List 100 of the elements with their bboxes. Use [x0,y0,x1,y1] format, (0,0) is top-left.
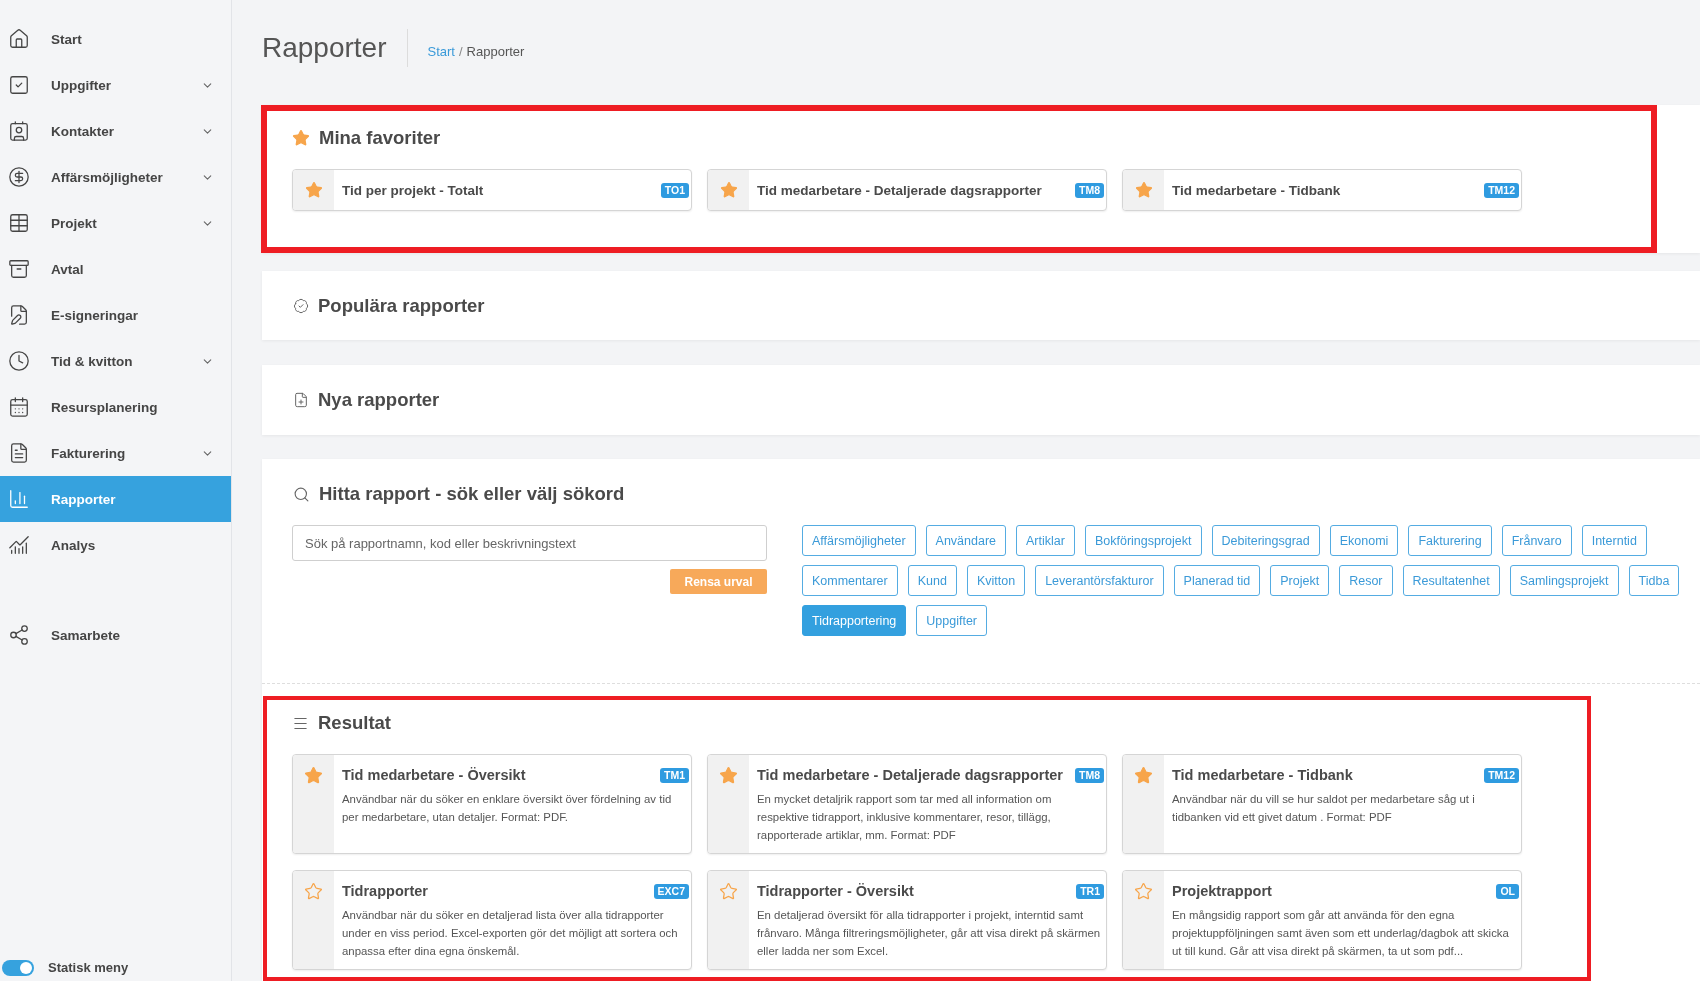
report-code: TO1 [660,182,689,198]
report-code: TM8 [1075,767,1104,783]
report-code: TM8 [1075,182,1104,198]
document-icon [8,442,30,464]
report-description: Användbar när du söker en detaljerad lista över alla tidrapporter under en viss period. Excel-exporten gör det möjligt att sortera och anpassa efter dina egna önskemål. [342,908,679,959]
filter-tag[interactable]: Interntid [1581,525,1647,556]
section-title: Resultat [318,711,391,735]
report-description: Användbar när du söker en enklare översikt över fördelning av tid per medarbetare, utan detaljer. Format: PDF. [342,792,673,825]
report-title: Tid medarbetare - Tidbank [1172,182,1342,198]
report-title: Tid per projekt - Totalt [342,182,485,198]
star-icon[interactable] [304,882,323,901]
report-card[interactable]: Tid medarbetare - Tidbank TM12 Användbar när du vill se hur saldot per medarbetare såg ut i tidbanken vid ett givet datum . Format: PDF [1122,754,1522,854]
star-icon[interactable] [719,882,738,901]
nav-item[interactable]: Avtal [0,246,231,292]
toggle-switch[interactable] [2,959,34,976]
report-card[interactable]: Tidrapporter EXC7 Användbar när du söker en detaljerad lista över alla tidrapporter under en viss period. Excel-exporten gör det möjligt att sortera och anpassa efter dina egna önskemål. [292,870,692,970]
report-card[interactable]: Tidrapporter - Översikt TR1 En detaljerad översikt för alla tidrapporter i projekt, interntid samt frånvaro. Många filtreringsmöjligheter, går att visa direkt på skärmen eller ladda ner som Excel. [707,870,1107,970]
toggle-label: Statisk meny [48,960,129,975]
report-code: TR1 [1076,883,1104,899]
report-card[interactable]: Tid medarbetare - Översikt TM1 Användbar när du söker en enklare översikt över fördelning av tid per medarbetare, utan detaljer. Format: PDF. [292,754,692,854]
popular-panel[interactable]: Populära rapporter [262,271,1700,340]
star-icon[interactable] [1134,882,1153,901]
search-field[interactable]: Sök på rapportnamn, kod eller beskrivningstext [292,525,767,561]
nav-item[interactable]: Kontakter [0,108,231,154]
cabinet-icon [8,258,30,280]
filter-tag[interactable]: Uppgifter [916,605,988,636]
star-icon[interactable] [719,766,738,785]
nav-item[interactable]: E-signeringar [0,292,231,338]
star-icon[interactable] [1134,181,1153,199]
report-code: TM12 [1484,182,1519,198]
breadcrumb-separator: / [459,44,463,59]
report-description: En mycket detaljrik rapport som tar med all information om respektive tidrapport, inklusive kommentarer, resor, tillägg, rapporterade artiklar, mm. Format: PDF [757,792,1053,843]
report-code: TM1 [660,767,689,783]
nav-item[interactable]: Fakturering [0,430,231,476]
filter-tag[interactable]: Kund [907,565,957,596]
nav-item[interactable]: Tid & kvitton [0,338,231,384]
nav-item[interactable]: Uppgifter [0,62,231,108]
nav-item[interactable]: Affärsmöjligheter [0,154,231,200]
nav-item[interactable]: Resursplanering [0,384,231,430]
favorite-report-card[interactable]: Tid medarbetare - Tidbank TM12 [1122,169,1522,211]
filter-tag[interactable]: Artiklar [1016,525,1075,556]
nav-item[interactable]: Projekt [0,200,231,246]
filter-tag[interactable]: Ekonomi [1329,525,1399,556]
filter-tag[interactable]: Samlingsprojekt [1509,565,1619,596]
filter-tag[interactable]: Bokföringsprojekt [1084,525,1202,556]
filter-tag[interactable]: Användare [925,525,1007,556]
nav-item[interactable]: Samarbete [0,612,231,658]
filter-tag[interactable]: Affärsmöjligheter [802,525,916,556]
new-reports-panel[interactable]: Nya rapporter [262,365,1700,435]
star-icon[interactable] [304,181,323,199]
report-description: Användbar när du vill se hur saldot per medarbetare såg ut i tidbanken vid ett givet datum . Format: PDF [1172,792,1476,825]
report-title: Projektrapport [1172,883,1273,899]
breadcrumb-link[interactable]: Start [427,44,455,59]
chart-icon [8,534,30,556]
report-code: TM12 [1484,767,1519,783]
filter-tag[interactable]: Kommentarer [802,565,898,596]
filter-tag[interactable]: Kvitton [966,565,1026,596]
filter-tag[interactable]: Planerad tid [1173,565,1261,596]
clear-button[interactable]: Rensa urval [670,569,767,594]
filter-tag[interactable]: Frånvaro [1501,525,1572,556]
report-code: OL [1496,883,1519,899]
filter-tag[interactable]: Projekt [1270,565,1330,596]
breadcrumb-current: Rapporter [466,44,525,59]
dollar-icon [8,166,30,188]
filter-tag[interactable]: Debiteringsgrad [1211,525,1320,556]
nav-item[interactable]: Start [0,16,231,62]
home-icon [8,28,30,50]
bar-chart-icon [8,488,30,510]
star-icon[interactable] [304,766,323,785]
filter-tag[interactable]: Tidrapportering [802,605,907,636]
checkbox-icon [8,74,30,96]
report-title: Tid medarbetare - Detaljerade dagsrapporter [757,182,1043,198]
signature-icon [8,304,30,326]
favorite-report-card[interactable]: Tid per projekt - Totalt TO1 [292,169,692,211]
filter-tag[interactable]: Resor [1339,565,1393,596]
report-code: EXC7 [653,883,689,899]
filter-tag[interactable]: Resultatenhet [1402,565,1500,596]
share-icon [8,624,30,646]
filter-tag[interactable]: Leverantörsfakturor [1035,565,1164,596]
star-icon[interactable] [1134,766,1153,785]
page-title: Rapporter [262,29,408,67]
star-icon[interactable] [719,181,738,199]
report-card[interactable]: Projektrapport OL En mångsidig rapport som går att använda för den egna projektuppföljningen samt även som ett underlag/dagbok att skicka ut till kund. Går att visa direkt på skärmen, ta ut som pdf... [1122,870,1522,970]
report-card[interactable] [707,754,1107,854]
report-description: En mångsidig rapport som går att använda för den egna projektuppföljningen samt även som ett underlag/dagbok att skicka ut till kund. Går att visa direkt på skärmen, ta ut som pdf... [1172,908,1510,959]
report-title: Tidrapporter - Översikt [757,883,915,899]
report-title: Tid medarbetare - Översikt [342,767,527,783]
report-title: Tid medarbetare - Tidbank [1172,767,1354,783]
section-title: Hitta rapport - sök eller välj sökord [319,482,625,506]
report-description: En detaljerad översikt för alla tidrapporter i projekt, interntid samt frånvaro. Många filtreringsmöjligheter, går att visa direkt på skärmen eller ladda ner som Excel. [757,908,1102,959]
table-icon [8,212,30,234]
section-title: Populära rapporter [318,293,485,318]
section-title: Nya rapporter [318,388,440,412]
nav-item[interactable]: Analys [0,522,231,568]
clock-icon [8,350,30,372]
calendar-icon [8,396,30,418]
favorite-report-card[interactable]: Tid medarbetare - Detaljerade dagsrapporter TM8 [707,169,1107,211]
nav-item[interactable]: Rapporter [0,476,231,522]
filter-tag[interactable]: Fakturering [1408,525,1492,556]
filter-tag[interactable]: Tidba [1628,565,1680,596]
